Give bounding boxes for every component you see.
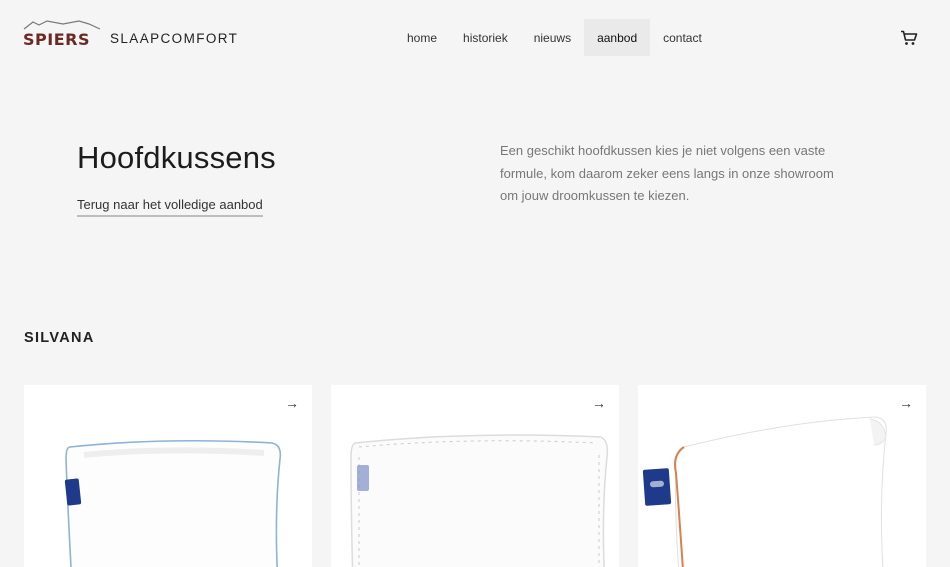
product-card[interactable]: → [24, 385, 312, 567]
logo-mark: SPIERS [23, 20, 101, 48]
brand-subtitle: SLAAPCOMFORT [110, 31, 239, 46]
back-to-assortment-link[interactable]: Terug naar het volledige aanbod [77, 197, 263, 217]
site-header: SPIERS SLAAPCOMFORT home historiek nieuw… [0, 0, 950, 74]
nav-item-nieuws[interactable]: nieuws [521, 19, 584, 56]
logo-roof-icon [23, 20, 101, 30]
pillow-image [350, 434, 609, 567]
cart-icon[interactable] [900, 30, 918, 46]
product-card[interactable]: → [638, 385, 926, 567]
product-card[interactable]: → [331, 385, 619, 567]
page-title: Hoofdkussens [77, 140, 276, 175]
pillow-image [64, 439, 282, 567]
brand-name: SPIERS [23, 30, 90, 49]
intro-text: Een geschikt hoofdkussen kies je niet vo… [500, 143, 834, 203]
brand-logo[interactable]: SPIERS SLAAPCOMFORT [23, 18, 238, 48]
nav-item-home[interactable]: home [394, 19, 450, 56]
nav-item-aanbod[interactable]: aanbod [584, 19, 651, 56]
section-title: SILVANA [24, 330, 95, 346]
pillow-image [642, 416, 887, 567]
main-nav: home historiek nieuws aanbod contact [394, 19, 715, 56]
nav-item-historiek[interactable]: historiek [450, 19, 521, 56]
nav-item-contact[interactable]: contact [650, 19, 715, 56]
